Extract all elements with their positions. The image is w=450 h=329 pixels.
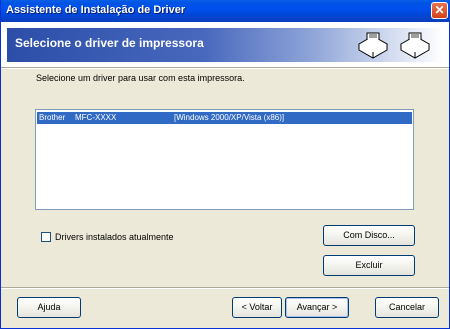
page-title: Selecione o driver de impressora <box>15 36 204 50</box>
driver-model: MFC-XXXX <box>75 113 117 122</box>
wizard-header: Selecione o driver de impressora <box>1 22 449 67</box>
header-separator <box>1 67 449 69</box>
driver-platform: [Windows 2000/XP/Vista (x86)] <box>174 113 285 122</box>
printer-icon <box>357 32 389 59</box>
back-button[interactable]: < Voltar <box>232 297 282 318</box>
have-disk-button[interactable]: Com Disco... <box>323 225 415 246</box>
driver-brand: Brother <box>39 113 66 122</box>
delete-button[interactable]: Excluir <box>323 255 415 276</box>
instruction-text: Selecione um driver para usar com esta i… <box>36 73 245 83</box>
printer-icons <box>353 30 437 62</box>
driver-list[interactable]: Brother MFC-XXXX [Windows 2000/XP/Vista … <box>35 109 414 210</box>
header-band: Selecione o driver de impressora <box>7 28 443 62</box>
driver-install-wizard-window: Assistente de Instalação de Driver ✕ Sel… <box>0 0 450 329</box>
installed-drivers-label: Drivers instalados atualmente <box>55 232 174 242</box>
window-title: Assistente de Instalação de Driver <box>6 4 186 16</box>
list-item-selected[interactable]: Brother MFC-XXXX [Windows 2000/XP/Vista … <box>37 112 412 124</box>
help-button[interactable]: Ajuda <box>17 297 81 318</box>
next-button[interactable]: Avançar > <box>285 297 349 318</box>
footer-separator <box>1 287 449 289</box>
installed-drivers-checkbox[interactable] <box>41 232 51 242</box>
printer-icon <box>399 32 431 59</box>
title-bar[interactable]: Assistente de Instalação de Driver ✕ <box>1 0 450 22</box>
cancel-button[interactable]: Cancelar <box>375 297 439 318</box>
close-icon: ✕ <box>434 3 445 17</box>
close-button[interactable]: ✕ <box>431 2 448 19</box>
